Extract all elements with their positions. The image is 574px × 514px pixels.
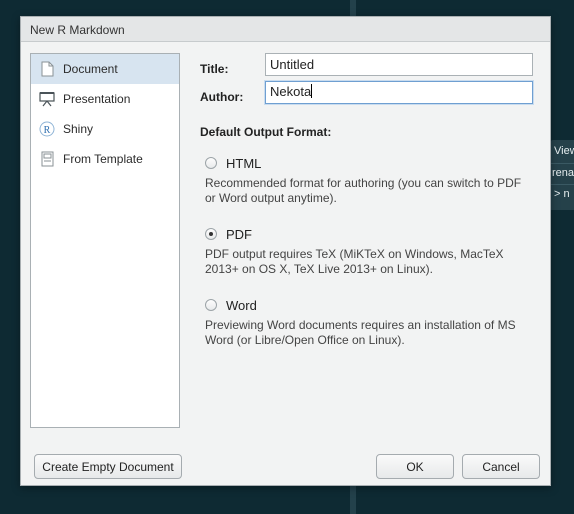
shiny-icon: R	[38, 120, 56, 138]
word-radio[interactable]	[205, 299, 217, 311]
ok-button[interactable]: OK	[376, 454, 454, 479]
create-empty-document-button[interactable]: Create Empty Document	[34, 454, 182, 479]
sidebar-item-label: From Template	[63, 152, 143, 166]
sidebar-item-from-template[interactable]: From Template	[31, 144, 179, 174]
document-type-list: Document Presentation R Shiny From Templ…	[30, 53, 180, 428]
output-option-pdf: PDF PDF output requires TeX (MiKTeX on W…	[205, 225, 535, 277]
new-r-markdown-dialog: New R Markdown Document Presentation R S…	[20, 16, 551, 486]
text-cursor	[311, 84, 313, 98]
output-option-word: Word Previewing Word documents requires …	[205, 296, 535, 348]
html-option-description: Recommended format for authoring (you ca…	[205, 176, 522, 205]
author-input[interactable]: Nekota	[265, 81, 533, 104]
sidebar-item-label: Shiny	[63, 122, 94, 136]
word-option-label[interactable]: Word	[226, 298, 257, 313]
background-panel-view: View	[554, 145, 574, 157]
author-value: Nekota	[270, 84, 312, 99]
presentation-icon	[38, 90, 56, 108]
sidebar-item-document[interactable]: Document	[31, 54, 179, 84]
cancel-button[interactable]: Cancel	[462, 454, 540, 479]
template-icon	[38, 150, 56, 168]
author-label: Author:	[200, 90, 244, 104]
sidebar-item-label: Document	[63, 62, 118, 76]
sidebar-item-shiny[interactable]: R Shiny	[31, 114, 179, 144]
output-option-html: HTML Recommended format for authoring (y…	[205, 154, 535, 206]
dialog-title: New R Markdown	[21, 17, 550, 42]
title-input[interactable]	[265, 53, 533, 76]
word-option-description: Previewing Word documents requires an in…	[205, 318, 516, 347]
html-radio[interactable]	[205, 157, 217, 169]
svg-text:R: R	[44, 125, 51, 136]
background-panel: View rename > n	[550, 140, 574, 210]
background-panel-divider	[550, 184, 574, 185]
pdf-radio[interactable]	[205, 228, 217, 240]
html-option-label[interactable]: HTML	[226, 156, 261, 171]
background-panel-divider	[550, 163, 574, 164]
background-panel-item: > n	[554, 188, 570, 200]
output-format-title: Default Output Format:	[200, 125, 332, 139]
sidebar-item-label: Presentation	[63, 92, 131, 106]
pdf-option-label[interactable]: PDF	[226, 227, 252, 242]
title-label: Title:	[200, 62, 229, 76]
pdf-option-description: PDF output requires TeX (MiKTeX on Windo…	[205, 247, 504, 276]
background-panel-rename: rename	[552, 167, 574, 179]
sidebar-item-presentation[interactable]: Presentation	[31, 84, 179, 114]
document-icon	[38, 60, 56, 78]
